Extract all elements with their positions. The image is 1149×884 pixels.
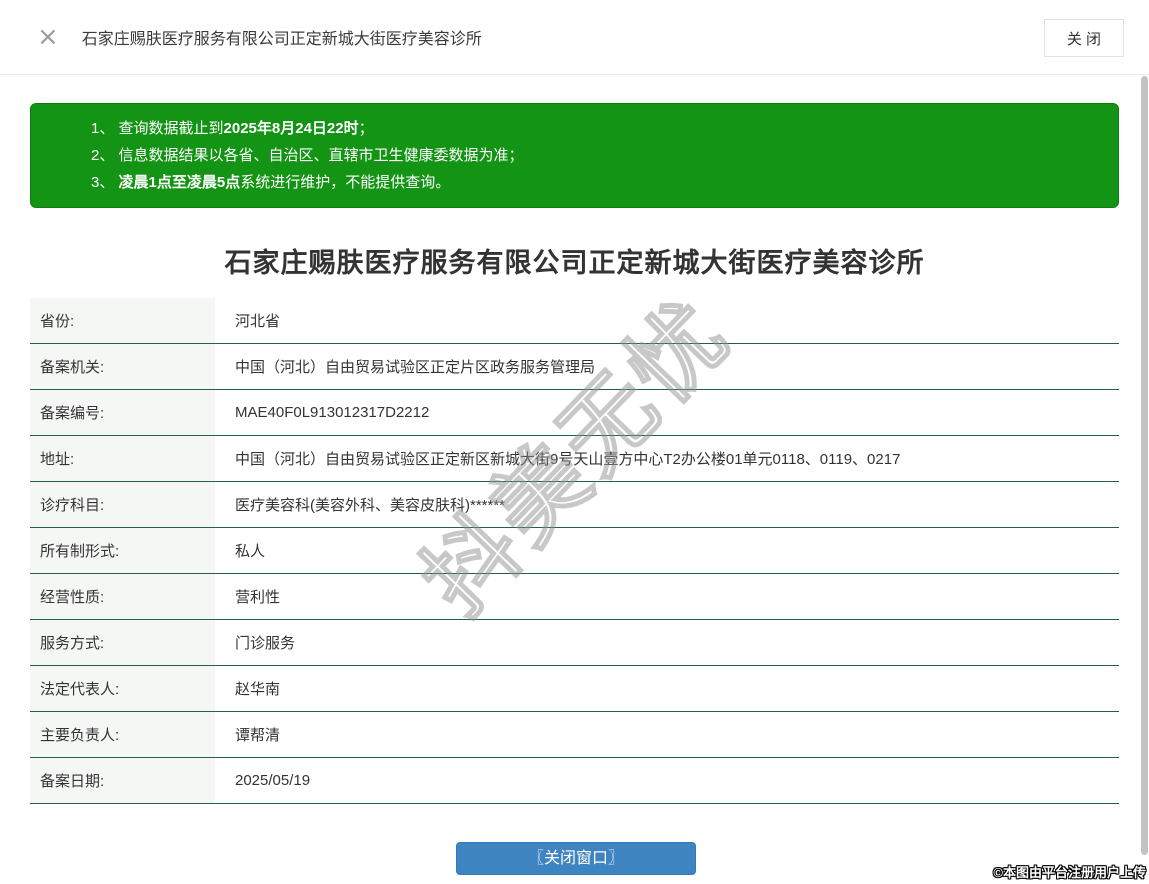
close-button[interactable]: 关 闭	[1043, 19, 1124, 57]
notice-line-1: 1、 查询数据截止到2025年8月24日22时；	[91, 120, 374, 137]
row-label: 法定代表人:	[30, 666, 215, 711]
row-value: 私人	[235, 543, 266, 560]
notice-box: 1、 查询数据截止到2025年8月24日22时； 2、 信息数据结果以各省、自治…	[30, 103, 1119, 208]
row-label: 备案日期:	[30, 758, 215, 803]
dialog-header: × 石家庄赐肤医疗服务有限公司正定新城大街医疗美容诊所 关 闭	[0, 0, 1149, 75]
row-value: 中国（河北）自由贸易试验区正定新区新城大街9号天山壹方中心T2办公楼01单元01…	[235, 451, 901, 468]
row-value: 谭帮清	[235, 727, 281, 744]
table-row-filing-number: 备案编号: MAE40F0L913012317D2212	[30, 390, 1119, 436]
detail-table: 省份: 河北省 备案机关: 中国（河北）自由贸易试验区正定片区政务服务管理局 备…	[30, 298, 1119, 804]
row-value: MAE40F0L913012317D2212	[235, 404, 430, 421]
table-row-address: 地址: 中国（河北）自由贸易试验区正定新区新城大街9号天山壹方中心T2办公楼01…	[30, 436, 1119, 482]
row-label: 省份:	[30, 298, 215, 343]
close-window-button[interactable]: 〖关闭窗口〗	[456, 842, 696, 875]
row-value: 门诊服务	[235, 635, 296, 652]
table-row-principal: 主要负责人: 谭帮清	[30, 712, 1119, 758]
table-row-service-mode: 服务方式: 门诊服务	[30, 620, 1119, 666]
table-row-ownership: 所有制形式: 私人	[30, 528, 1119, 574]
table-row-business-nature: 经营性质: 营利性	[30, 574, 1119, 620]
row-label: 地址:	[30, 436, 215, 481]
row-label: 备案机关:	[30, 344, 215, 389]
table-row-filing-date: 备案日期: 2025/05/19	[30, 758, 1119, 804]
table-row-province: 省份: 河北省	[30, 298, 1119, 344]
row-label: 诊疗科目:	[30, 482, 215, 527]
row-label: 所有制形式:	[30, 528, 215, 573]
close-x-icon[interactable]: ×	[37, 24, 59, 50]
notice-line-3: 3、 凌晨1点至凌晨5点系统进行维护，不能提供查询。	[91, 174, 451, 191]
row-value: 营利性	[235, 589, 281, 606]
row-label: 经营性质:	[30, 574, 215, 619]
row-value: 2025/05/19	[235, 772, 311, 789]
row-label: 备案编号:	[30, 390, 215, 435]
table-row-legal-representative: 法定代表人: 赵华南	[30, 666, 1119, 712]
row-value: 医疗美容科(美容外科、美容皮肤科)******	[235, 497, 506, 514]
table-row-filing-authority: 备案机关: 中国（河北）自由贸易试验区正定片区政务服务管理局	[30, 344, 1119, 390]
row-label: 服务方式:	[30, 620, 215, 665]
row-value: 赵华南	[235, 681, 281, 698]
notice-line-2: 2、 信息数据结果以各省、自治区、直辖市卫生健康委数据为准；	[91, 147, 524, 164]
row-value: 河北省	[235, 313, 281, 330]
page-title: 石家庄赐肤医疗服务有限公司正定新城大街医疗美容诊所	[224, 248, 925, 278]
vertical-scrollbar[interactable]	[1141, 76, 1148, 855]
dialog-title: 石家庄赐肤医疗服务有限公司正定新城大街医疗美容诊所	[81, 31, 482, 48]
row-value: 中国（河北）自由贸易试验区正定片区政务服务管理局	[235, 359, 596, 376]
row-label: 主要负责人:	[30, 712, 215, 757]
table-row-medical-subjects: 诊疗科目: 医疗美容科(美容外科、美容皮肤科)******	[30, 482, 1119, 528]
upload-caption: ©本图由平台注册用户上传	[993, 865, 1146, 880]
